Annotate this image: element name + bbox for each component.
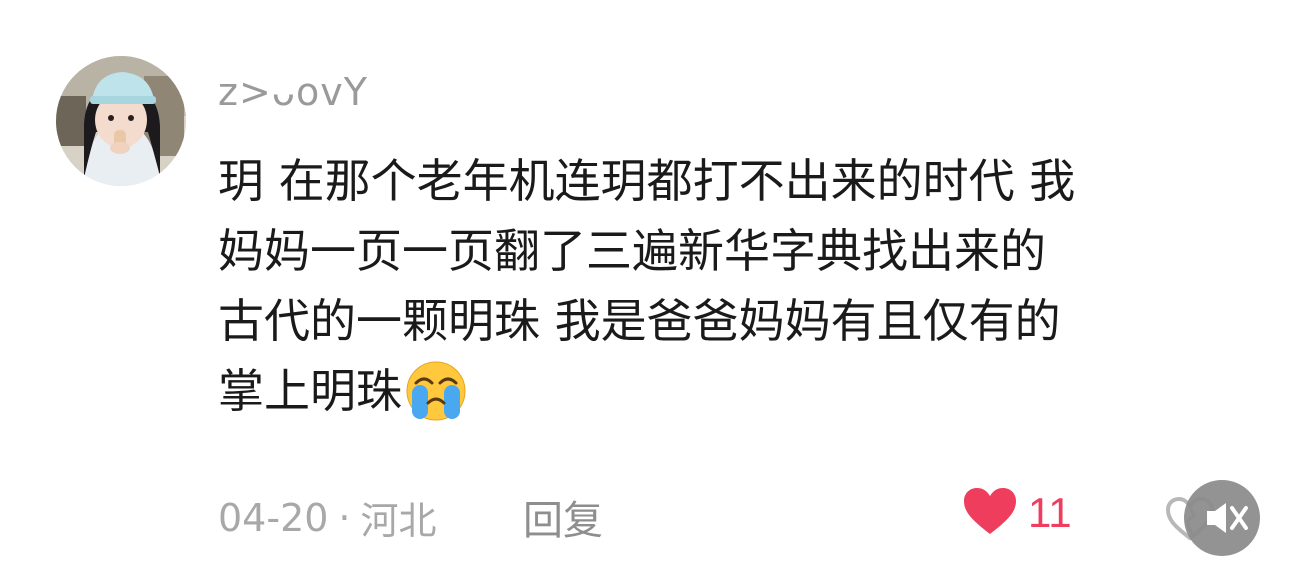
comment-body: 玥 在那个老年机连玥都打不出来的时代 我 妈妈一页一页翻了三遍新华字典找出来的 … bbox=[218, 146, 1228, 427]
like-button[interactable]: 11 bbox=[962, 486, 1072, 540]
comment-line: 玥 在那个老年机连玥都打不出来的时代 我 bbox=[218, 154, 1076, 208]
loudly-crying-face-icon bbox=[404, 359, 468, 423]
meta-separator: · bbox=[338, 495, 351, 540]
comment-date: 04-20 bbox=[218, 495, 329, 540]
comment-line-last: 掌上明珠 bbox=[218, 356, 1228, 427]
username[interactable]: z>ᴗovY bbox=[218, 70, 368, 114]
like-count: 11 bbox=[1028, 489, 1072, 536]
dislike-button[interactable] bbox=[1160, 478, 1264, 558]
comment-line-text: 掌上明珠 bbox=[218, 364, 402, 418]
heart-icon bbox=[962, 486, 1018, 540]
comment-line: 妈妈一页一页翻了三遍新华字典找出来的 bbox=[218, 224, 1046, 278]
comment-line: 古代的一颗明珠 我是爸爸妈妈有且仅有的 bbox=[218, 294, 1061, 348]
comment-location: 河北 bbox=[360, 499, 437, 543]
comment-item: z>ᴗovY 玥 在那个老年机连玥都打不出来的时代 我 妈妈一页一页翻了三遍新华… bbox=[0, 0, 1290, 581]
reply-button[interactable]: 回复 bbox=[523, 488, 603, 546]
avatar[interactable] bbox=[56, 56, 186, 186]
comment-meta: 04-20 · 河北 bbox=[218, 490, 437, 545]
